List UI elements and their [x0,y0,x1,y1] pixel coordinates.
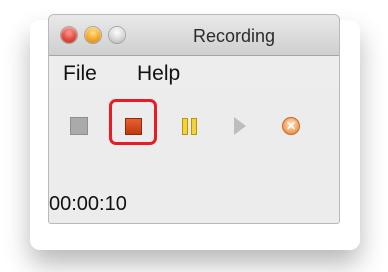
title-bar[interactable]: Recording [49,15,339,56]
play-arrow-icon [234,117,246,135]
window-title: Recording [192,26,276,46]
record-square-icon [70,117,88,135]
toolbar: × [49,107,339,147]
cancel-circle-icon: × [282,117,300,135]
menu-bar: File Help [49,56,339,90]
cancel-button[interactable]: × [280,115,302,137]
stop-button-highlight [109,99,157,145]
recording-window: Recording File Help × 00:00:10 [48,14,340,224]
play-button[interactable] [229,115,251,137]
menu-help[interactable]: Help [137,62,180,86]
record-button[interactable] [68,115,90,137]
elapsed-time: 00:00:10 [49,193,127,215]
pause-icon [181,117,197,135]
pause-button[interactable] [178,115,200,137]
menu-file[interactable]: File [63,62,97,86]
